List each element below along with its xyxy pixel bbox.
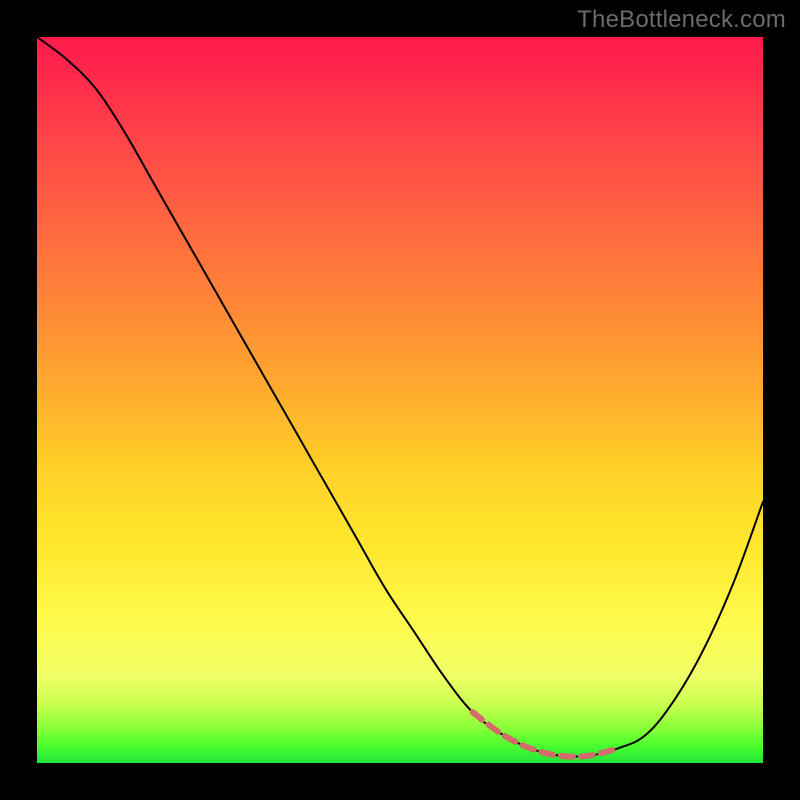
chart-frame: TheBottleneck.com — [0, 0, 800, 800]
plot-area — [37, 37, 763, 763]
bottleneck-curve — [37, 37, 763, 757]
plot-svg — [37, 37, 763, 763]
optimal-zone-highlight — [473, 712, 618, 756]
watermark-label: TheBottleneck.com — [577, 6, 786, 34]
